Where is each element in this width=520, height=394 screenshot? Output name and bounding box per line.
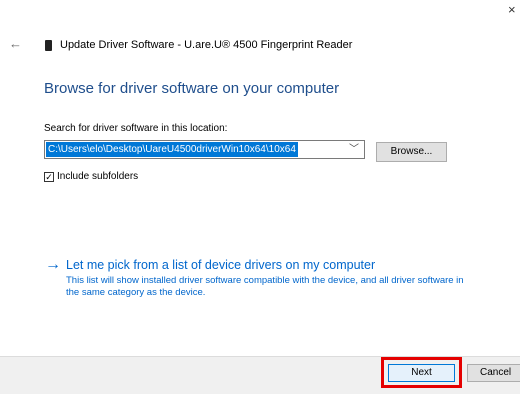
include-subfolders-checkbox[interactable]: ✓: [44, 172, 54, 182]
chevron-down-icon[interactable]: ﹀: [349, 141, 359, 158]
path-combobox[interactable]: C:\Users\elo\Desktop\UareU4500driverWin1…: [44, 140, 365, 159]
back-arrow-icon[interactable]: ←: [9, 37, 22, 51]
next-button[interactable]: Next: [388, 364, 455, 382]
location-label: Search for driver software in this locat…: [44, 123, 228, 134]
pick-from-list-description[interactable]: This list will show installed driver sof…: [66, 275, 466, 299]
page-heading: Browse for driver software on your compu…: [44, 80, 340, 97]
include-subfolders-label[interactable]: Include subfolders: [57, 171, 138, 183]
device-icon: [45, 40, 52, 51]
browse-button[interactable]: Browse...: [376, 142, 447, 162]
close-icon[interactable]: ×: [508, 3, 520, 17]
path-input-value[interactable]: C:\Users\elo\Desktop\UareU4500driverWin1…: [46, 142, 298, 157]
window-title: Update Driver Software - U.are.U® 4500 F…: [60, 39, 353, 51]
cancel-button[interactable]: Cancel: [467, 364, 520, 382]
pick-from-list-link[interactable]: Let me pick from a list of device driver…: [66, 258, 375, 273]
arrow-right-icon[interactable]: →: [45, 257, 61, 273]
